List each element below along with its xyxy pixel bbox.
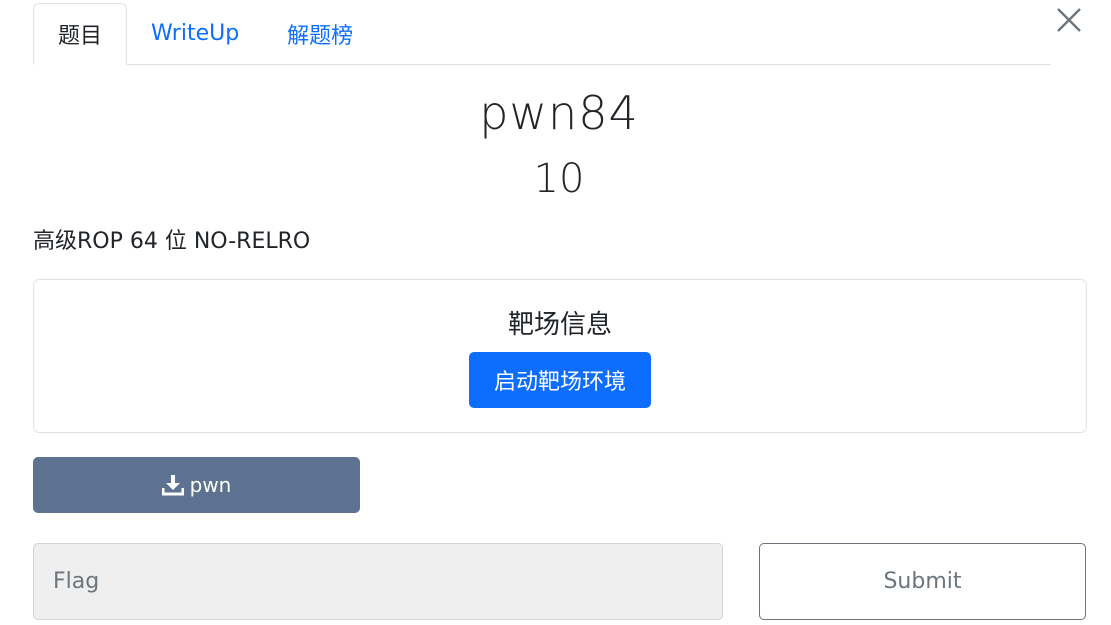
challenge-name: pwn84 [479, 86, 639, 140]
challenge-value: 10 [533, 156, 585, 202]
download-file-label: pwn [189, 473, 232, 497]
target-info-title: 靶场信息 [507, 310, 612, 340]
challenge-description: 高级ROP 64 位 NO-RELRO [33, 229, 311, 254]
tab-solves[interactable]: 解题榜 [263, 3, 377, 64]
flag-input[interactable] [33, 543, 723, 620]
target-info-card: 靶场信息 启动靶场环境 [33, 279, 1087, 433]
download-icon [161, 475, 184, 496]
challenge-modal: 题目 WriteUp 解题榜 pwn84 10 高级ROP 64 位 NO-RE… [0, 0, 1111, 625]
close-icon [1057, 8, 1081, 32]
tab-bar: 题目 WriteUp 解题榜 [33, 2, 1051, 65]
close-button[interactable] [1053, 4, 1085, 36]
download-file-button[interactable]: pwn [33, 457, 360, 513]
submit-button[interactable]: Submit [759, 543, 1086, 620]
tab-challenge[interactable]: 题目 [33, 3, 128, 65]
tab-writeup[interactable]: WriteUp [127, 3, 263, 64]
start-environment-button[interactable]: 启动靶场环境 [469, 352, 651, 408]
